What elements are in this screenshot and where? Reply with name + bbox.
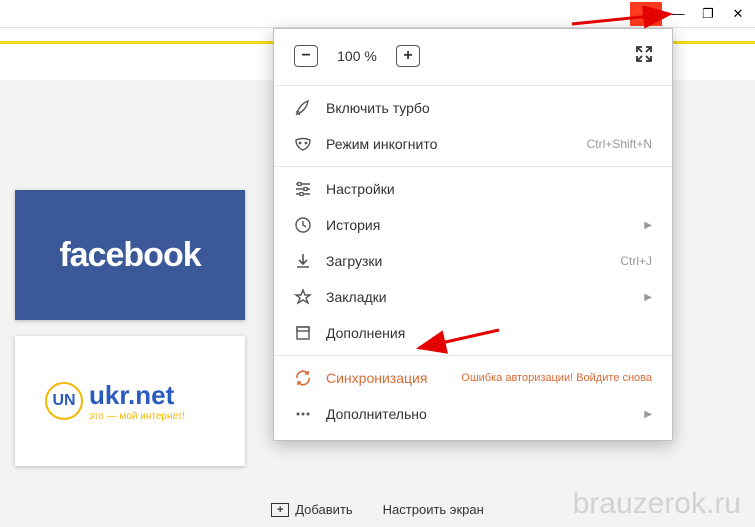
sync-label: Синхронизация [326, 370, 447, 386]
mask-icon [294, 135, 312, 153]
sync-error-text: Ошибка авторизации! Войдите снова [461, 372, 652, 384]
zoom-level: 100 % [332, 48, 382, 64]
chevron-right-icon: ▶ [644, 292, 652, 303]
plus-box-icon: + [271, 503, 289, 517]
rocket-icon [294, 99, 312, 117]
watermark-text: brauzerok.ru [573, 487, 741, 521]
ukrnet-circle-icon: UN [45, 382, 83, 420]
box-icon [294, 324, 312, 342]
chevron-right-icon: ▶ [644, 220, 652, 231]
add-label: Добавить [295, 502, 352, 517]
chevron-right-icon: ▶ [644, 409, 652, 420]
configure-label: Настроить экран [383, 502, 484, 517]
fullscreen-icon[interactable] [636, 46, 652, 67]
incognito-label: Режим инкогнито [326, 136, 573, 152]
menu-item-settings[interactable]: Настройки [274, 171, 672, 207]
bookmark-tile-ukrnet[interactable]: UN ukr.net это — мой интернет! [15, 336, 245, 466]
star-icon [294, 288, 312, 306]
history-label: История [326, 217, 630, 233]
menu-item-addons[interactable]: Дополнения [274, 315, 672, 351]
configure-screen-button[interactable]: Настроить экран [383, 502, 484, 517]
sync-icon [294, 369, 312, 387]
menu-item-incognito[interactable]: Режим инкогнито Ctrl+Shift+N [274, 126, 672, 162]
addons-label: Дополнения [326, 325, 652, 341]
clock-icon [294, 216, 312, 234]
close-window-button[interactable]: ✕ [724, 2, 752, 26]
more-label: Дополнительно [326, 406, 630, 422]
maximize-button[interactable]: ❐ [694, 2, 722, 26]
bookmarks-label: Закладки [326, 289, 630, 305]
bookmark-tile-facebook[interactable]: facebook [15, 190, 245, 320]
facebook-logo-text: facebook [59, 236, 200, 275]
menu-item-history[interactable]: История ▶ [274, 207, 672, 243]
sliders-icon [294, 180, 312, 198]
incognito-shortcut: Ctrl+Shift+N [587, 137, 652, 151]
menu-item-sync[interactable]: Синхронизация Ошибка авторизации! Войдит… [274, 360, 672, 396]
zoom-out-button[interactable]: − [294, 45, 318, 67]
zoom-in-button[interactable]: + [396, 45, 420, 67]
download-icon [294, 252, 312, 270]
turbo-label: Включить турбо [326, 100, 652, 116]
menu-item-bookmarks[interactable]: Закладки ▶ [274, 279, 672, 315]
downloads-shortcut: Ctrl+J [620, 254, 652, 268]
ukrnet-logo: UN ukr.net это — мой интернет! [45, 380, 185, 422]
downloads-label: Загрузки [326, 253, 606, 269]
main-menu-panel: − 100 % + Включить турбо Режим инкогнито… [273, 28, 673, 441]
menu-item-downloads[interactable]: Загрузки Ctrl+J [274, 243, 672, 279]
hamburger-menu-button[interactable]: ≡ [630, 2, 662, 26]
menu-item-turbo[interactable]: Включить турбо [274, 90, 672, 126]
minimize-button[interactable]: — [664, 2, 692, 26]
menu-item-more[interactable]: Дополнительно ▶ [274, 396, 672, 432]
ukrnet-title: ukr.net [89, 380, 185, 411]
add-bookmark-button[interactable]: + Добавить [271, 502, 352, 517]
settings-label: Настройки [326, 181, 652, 197]
dots-icon [294, 405, 312, 423]
ukrnet-slogan: это — мой интернет! [89, 411, 185, 422]
